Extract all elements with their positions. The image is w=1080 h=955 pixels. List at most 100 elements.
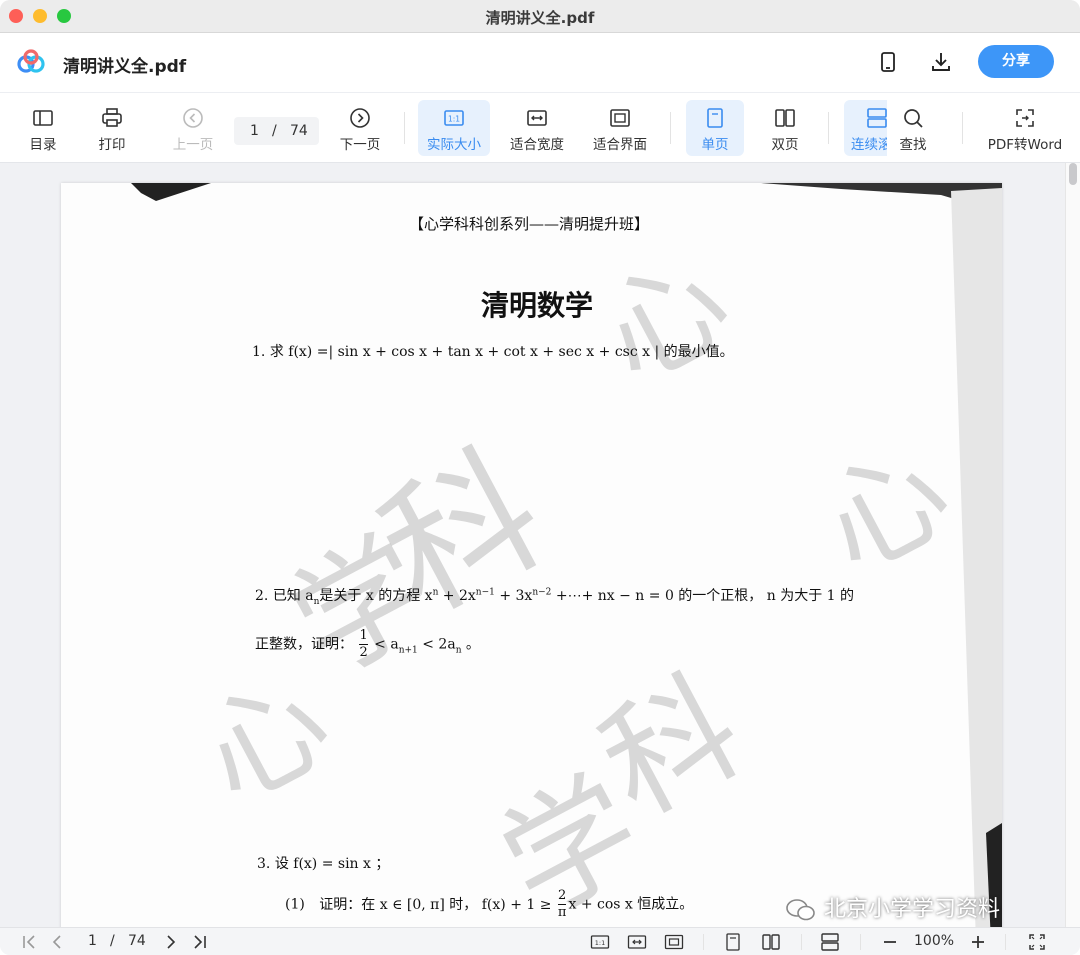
continuous-scroll-button[interactable]: 连续滚	[844, 100, 887, 156]
next-page-label: 下一页	[339, 137, 381, 153]
print-button[interactable]: 打印	[83, 100, 141, 156]
fit-page-button[interactable]: 适合界面	[586, 100, 654, 156]
wechat-watermark-text: 北京小学学习资料	[824, 897, 1001, 922]
chevron-left-circle-icon	[183, 108, 203, 128]
question-text: < a	[369, 636, 399, 653]
subscript: n+1	[398, 645, 418, 656]
document-title: 清明数学	[481, 289, 594, 322]
wechat-icon	[786, 899, 815, 921]
actual-size-icon: 1:1	[444, 110, 464, 126]
first-page-icon[interactable]	[19, 932, 39, 952]
question-text: 已知 a	[272, 588, 314, 604]
question-text: 设 f(x) = sin x ；	[274, 856, 390, 872]
question-3: 3. 设 f(x) = sin x ；	[257, 853, 389, 873]
status-divider	[801, 934, 802, 950]
phone-icon[interactable]	[876, 50, 900, 74]
status-divider	[860, 934, 861, 950]
question-2-line-1: 2. 已知 an是关于 x 的方程 xn + 2xn−1 + 3xn−2 +⋯+…	[255, 585, 855, 606]
fraction-denominator: 2	[359, 645, 368, 660]
status-page-separator: /	[110, 933, 115, 949]
toolbar-divider	[404, 112, 405, 144]
question-text: +⋯+ nx − n = 0 的一个正根， n 为大于 1 的	[551, 588, 855, 604]
chevron-left-icon[interactable]	[47, 932, 67, 952]
continuous-scroll-icon[interactable]	[820, 932, 840, 952]
question-text: 。	[461, 636, 480, 653]
actual-size-button[interactable]: 1:1 实际大小	[418, 100, 490, 156]
fraction-denominator: π	[557, 905, 567, 920]
status-total-pages: 74	[128, 933, 146, 949]
question-text: 是关于 x 的方程 x	[319, 588, 433, 604]
page-separator: /	[272, 123, 277, 139]
question-text: < 2a	[417, 636, 456, 653]
fit-page-icon[interactable]	[664, 932, 684, 952]
zoom-in-icon[interactable]	[968, 932, 988, 952]
fraction: 1 2	[359, 628, 368, 661]
single-page-button[interactable]: 单页	[686, 100, 744, 156]
chevron-right-circle-icon	[350, 108, 370, 128]
document-header: 【心学科科创系列——清明提升班】	[409, 215, 650, 233]
pdf-page: 科 学 心 科 学 心 心 【心学科科创系列——清明提升班】 清明数学 1. 求…	[61, 183, 1002, 927]
find-button[interactable]: 查找	[887, 100, 939, 156]
zoom-out-icon[interactable]	[880, 932, 900, 952]
baidu-netdisk-logo-icon	[17, 49, 45, 73]
double-page-icon	[775, 109, 795, 127]
fraction-numerator: 1	[359, 628, 368, 645]
convert-icon	[1016, 109, 1034, 127]
search-icon	[904, 109, 923, 128]
question-2-line-2: 正整数，证明： 1 2 < an+1 < 2an 。	[255, 628, 480, 661]
status-divider	[1005, 934, 1006, 950]
next-page-button[interactable]: 下一页	[330, 100, 390, 156]
download-icon[interactable]	[929, 50, 953, 74]
double-page-label: 双页	[771, 137, 799, 153]
find-label: 查找	[899, 137, 927, 153]
app-header: 清明讲义全.pdf 分享	[0, 33, 1080, 93]
window-title: 清明讲义全.pdf	[485, 9, 595, 27]
single-page-icon[interactable]	[723, 932, 743, 952]
toolbar-divider	[962, 112, 963, 144]
toolbar-divider	[670, 112, 671, 144]
superscript: n−2	[532, 587, 552, 598]
wechat-watermark: 北京小学学习资料	[785, 891, 1000, 925]
question-text: 正整数，证明：	[255, 636, 353, 653]
toc-button[interactable]: 目录	[14, 100, 72, 156]
prev-page-button[interactable]: 上一页	[163, 100, 223, 156]
fit-width-icon[interactable]	[627, 932, 647, 952]
last-page-icon[interactable]	[190, 932, 210, 952]
document-viewer[interactable]: 科 学 心 科 学 心 心 【心学科科创系列——清明提升班】 清明数学 1. 求…	[0, 163, 1080, 927]
fit-width-button[interactable]: 适合宽度	[504, 100, 570, 156]
fit-page-label: 适合界面	[593, 137, 647, 153]
double-page-button[interactable]: 双页	[756, 100, 814, 156]
actual-size-icon[interactable]: 1:1	[590, 932, 610, 952]
share-button[interactable]: 分享	[978, 45, 1054, 78]
question-text: + 2x	[438, 588, 476, 604]
fraction-numerator: 2	[557, 888, 567, 905]
question-text: 证明：在 x ∈ [0, π] 时， f(x) + 1 ≥	[319, 896, 552, 913]
fullscreen-icon[interactable]	[1027, 932, 1047, 952]
scrollbar[interactable]	[1065, 163, 1080, 927]
printer-icon	[102, 108, 122, 127]
page-number-input[interactable]: 1 / 74	[234, 117, 319, 145]
total-pages: 74	[290, 123, 308, 139]
scrollbar-thumb[interactable]	[1069, 163, 1077, 185]
document-name: 清明讲义全.pdf	[63, 57, 187, 77]
question-number: 1.	[252, 344, 266, 360]
superscript: n−1	[475, 587, 495, 598]
status-bar: 1 / 74 1:1 100%	[0, 927, 1080, 955]
question-number: 2.	[255, 588, 269, 604]
chevron-right-icon[interactable]	[161, 932, 181, 952]
print-label: 打印	[98, 137, 126, 153]
fit-width-label: 适合宽度	[510, 137, 564, 153]
current-page: 1	[250, 123, 259, 139]
toolbar: 目录 打印 上一页 1 / 74 下一页 1:1 实际大小 适合宽度 适合界面 …	[0, 93, 1080, 163]
pdf-to-word-button[interactable]: PDF转Word	[982, 100, 1068, 156]
question-3-part-1: (1) 证明：在 x ∈ [0, π] 时， f(x) + 1 ≥ 2 π x …	[285, 888, 693, 921]
fit-width-icon	[527, 110, 547, 126]
question-1: 1. 求 f(x) =| sin x + cos x + tan x + cot…	[252, 341, 734, 361]
title-bar: 清明讲义全.pdf	[0, 0, 1080, 33]
subquestion-number: (1)	[285, 896, 305, 913]
fit-page-icon	[610, 109, 630, 127]
status-current-page[interactable]: 1	[88, 933, 97, 949]
continuous-scroll-icon	[867, 108, 887, 128]
double-page-icon[interactable]	[761, 932, 781, 952]
toolbar-divider	[828, 112, 829, 144]
